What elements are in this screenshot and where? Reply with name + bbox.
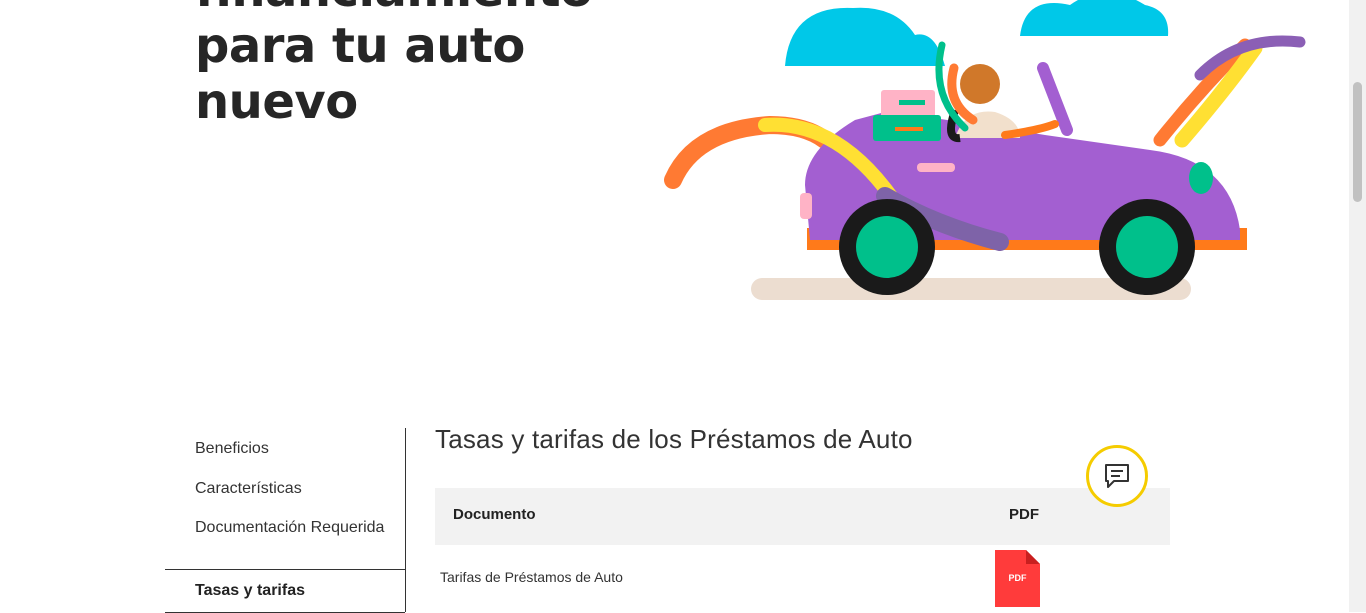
- column-header-documento: Documento: [453, 506, 536, 523]
- rates-table: Documento PDF Tarifas de Préstamos de Au…: [435, 488, 1170, 612]
- scrollbar-thumb[interactable]: [1353, 82, 1362, 202]
- document-name: Tarifas de Préstamos de Auto: [440, 569, 623, 585]
- nav-item-tasas-y-tarifas[interactable]: Tasas y tarifas: [195, 580, 385, 601]
- hero-title-line-2: para tu auto: [195, 18, 525, 74]
- chat-button[interactable]: [1086, 445, 1148, 507]
- side-nav: Beneficios Características Documentación…: [165, 428, 406, 613]
- pdf-download-icon[interactable]: PDF: [995, 550, 1040, 607]
- nav-item-beneficios[interactable]: Beneficios: [195, 438, 385, 459]
- nav-item-caracteristicas[interactable]: Características: [195, 478, 385, 499]
- table-row: Tarifas de Préstamos de Auto PDF: [435, 545, 1170, 612]
- table-header: Documento PDF: [435, 488, 1170, 545]
- page-scrollbar[interactable]: [1349, 0, 1366, 612]
- hero-title-line-3: nuevo: [195, 74, 358, 130]
- hero-title-line-1: financiamiento: [195, 0, 593, 18]
- column-header-pdf: PDF: [1009, 506, 1039, 523]
- section-title: Tasas y tarifas de los Préstamos de Auto: [435, 424, 913, 454]
- nav-active-indicator: Tasas y tarifas: [165, 569, 405, 613]
- nav-item-documentacion-requerida[interactable]: Documentación Requerida: [195, 517, 385, 538]
- hero-title: financiamiento para tu auto nuevo: [195, 0, 593, 130]
- car-illustration: [664, 0, 1306, 300]
- chat-bubble-icon: [1105, 464, 1129, 488]
- pdf-icon-label: PDF: [1008, 573, 1027, 583]
